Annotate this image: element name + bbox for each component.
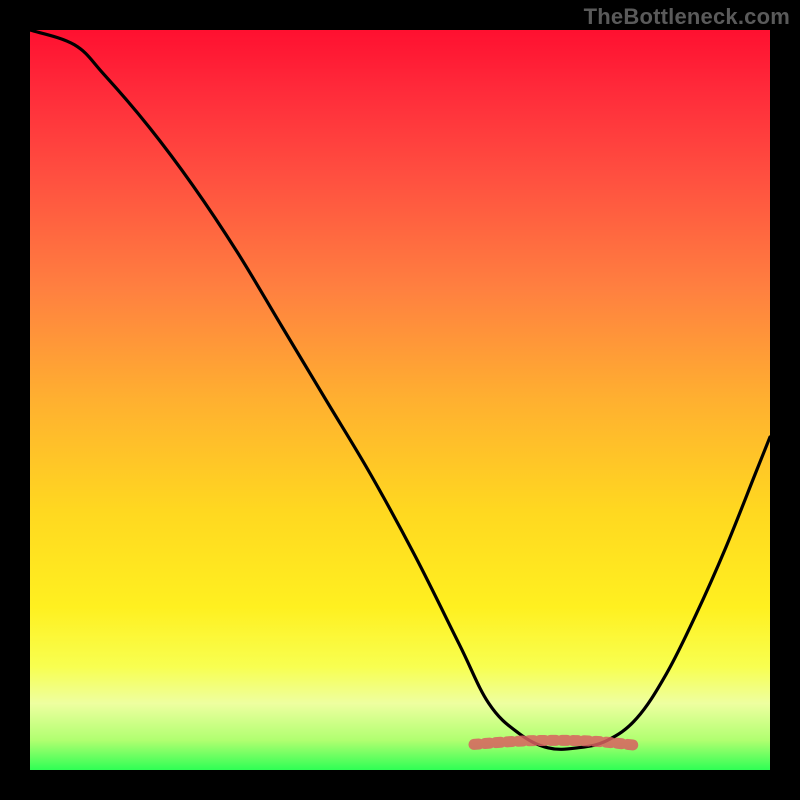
- watermark-text: TheBottleneck.com: [584, 4, 790, 30]
- optimal-range-highlight: [474, 740, 637, 745]
- chart-frame: [30, 30, 770, 770]
- bottleneck-chart: [30, 30, 770, 770]
- gradient-background: [30, 30, 770, 770]
